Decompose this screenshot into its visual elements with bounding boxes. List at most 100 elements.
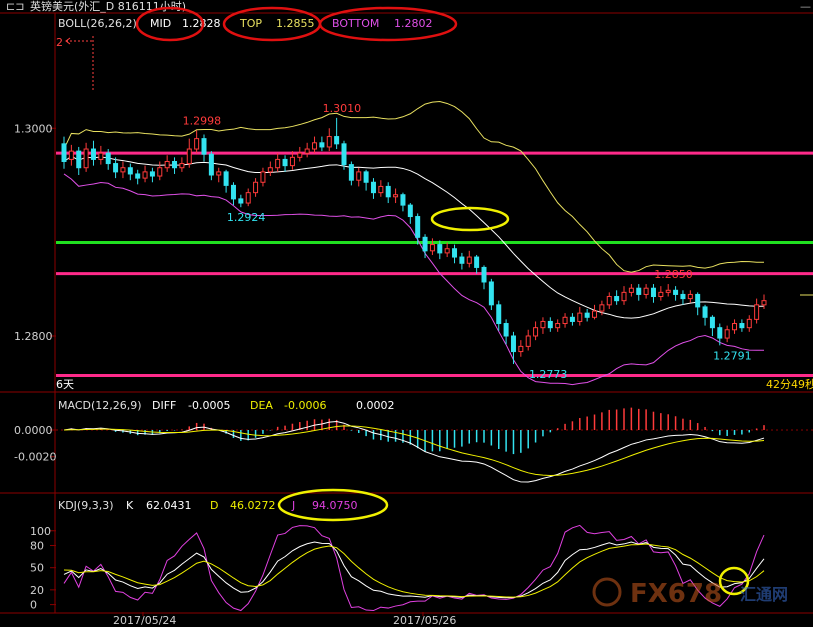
candle-body xyxy=(452,248,458,258)
candle-body xyxy=(83,148,89,169)
candle-body xyxy=(510,335,516,353)
candle-body xyxy=(488,281,494,306)
macd-histogram xyxy=(70,407,765,455)
chart-canvas: ⊏⊐ 英镑美元(外汇_D 816111小时) — 1.3000 1.2800 1.… xyxy=(0,0,813,627)
candle-body xyxy=(400,194,406,206)
candle-body xyxy=(643,287,649,295)
boll-mid-label: MID xyxy=(150,17,171,30)
candle-body xyxy=(304,148,310,154)
macd-header: MACD(12,26,9) xyxy=(58,399,142,412)
candle-body xyxy=(172,160,178,169)
candle-body xyxy=(105,152,111,165)
candle-body xyxy=(363,171,369,183)
candle-body xyxy=(606,296,612,306)
candle-body xyxy=(312,142,318,150)
candle-body xyxy=(540,320,546,329)
candle-body xyxy=(127,167,133,175)
candle-body xyxy=(481,266,487,283)
candle-body xyxy=(157,167,163,177)
candle-body xyxy=(562,316,568,325)
kdj-tick-label: 20 xyxy=(30,584,44,597)
yellow-ellipse-green-line xyxy=(430,206,510,232)
candle-body xyxy=(680,293,686,300)
candle-body xyxy=(739,323,745,329)
kdj-k-label: K xyxy=(126,499,134,512)
candle-body xyxy=(555,323,561,329)
candle-body xyxy=(695,293,701,308)
candle-body xyxy=(547,320,553,329)
candle-body xyxy=(503,323,509,337)
candle-body xyxy=(149,171,155,177)
candle-body xyxy=(98,152,104,160)
candle-body xyxy=(356,171,362,181)
price-extreme-label: 1.2791 xyxy=(713,349,752,362)
kdj-j-label: J xyxy=(291,499,295,512)
candle-body xyxy=(754,304,760,320)
candle-body xyxy=(378,185,384,194)
price-extreme-label: 1.2850 xyxy=(654,268,693,281)
price-tick-label: 1.3000 xyxy=(14,122,53,135)
price-extreme-label: 1.3010 xyxy=(323,102,362,115)
candle-body xyxy=(76,150,82,169)
candle-body xyxy=(68,150,74,160)
candle-body xyxy=(142,171,148,179)
price-extreme-label: 1.2924 xyxy=(227,211,266,224)
candle-body xyxy=(584,312,590,318)
macd-diff-value: -0.0005 xyxy=(188,399,230,412)
candle-body xyxy=(267,167,273,173)
candle-body xyxy=(113,163,119,173)
candle-body xyxy=(275,158,281,169)
candle-body xyxy=(621,291,627,302)
candle-body xyxy=(245,192,251,204)
candle-body xyxy=(385,185,391,198)
days-label: 6天 xyxy=(56,378,74,391)
candle-body xyxy=(628,287,634,293)
candle-body xyxy=(650,287,656,298)
candle-body xyxy=(90,148,96,160)
candle-body xyxy=(319,142,325,148)
price-tick-label: 1.2800 xyxy=(14,330,53,343)
candle-body xyxy=(525,335,531,347)
candle-body xyxy=(577,312,583,322)
candle-body xyxy=(194,138,200,150)
candle-body xyxy=(496,304,502,325)
candle-body xyxy=(223,171,229,186)
kdj-tick-label: 0 xyxy=(30,599,37,612)
candle-body xyxy=(687,293,693,300)
candle-body xyxy=(746,318,752,329)
macd-tick-label: 0.0000 xyxy=(14,424,53,437)
candle-body xyxy=(429,244,435,252)
kdj-tick-label: 100 xyxy=(30,525,51,538)
candle-body xyxy=(724,329,730,339)
watermark-subtext: 汇通网 xyxy=(740,585,788,604)
candle-body xyxy=(61,143,67,162)
kdj-y-axis: 100 80 50 20 0 xyxy=(30,525,56,612)
menu-dash-icon[interactable]: — xyxy=(800,0,811,13)
panel-frames xyxy=(0,12,813,614)
candle-body xyxy=(120,167,126,173)
x-tick-label: 2017/05/26 xyxy=(393,614,456,627)
kdj-tick-label: 80 xyxy=(30,540,44,553)
candle-body xyxy=(260,171,266,183)
candle-body xyxy=(614,296,620,302)
kdj-d-value: 46.0272 xyxy=(230,499,276,512)
candle-body xyxy=(201,138,207,155)
window-title: 英镑美元(外汇_D 816111小时) xyxy=(30,0,186,13)
candle-body xyxy=(282,158,288,167)
kdj-j-value: 94.0750 xyxy=(312,499,358,512)
countdown-label: 42分49秒 xyxy=(766,377,813,391)
bar-count-marker: 2 xyxy=(56,36,94,92)
candle-body xyxy=(732,323,738,331)
candle-body xyxy=(238,198,244,204)
candle-body xyxy=(208,153,214,176)
watermark-logo-icon xyxy=(592,577,622,607)
candle-body xyxy=(717,327,723,339)
x-axis: 2017/05/24 2017/05/26 xyxy=(113,612,456,627)
candle-body xyxy=(297,152,303,158)
candle-body xyxy=(761,300,767,306)
marker-2: 2 xyxy=(56,36,63,49)
boll-bottom-value: 1.2802 xyxy=(394,17,433,30)
kdj-header: KDJ(9,3,3) xyxy=(58,499,114,512)
candle-body xyxy=(415,216,421,238)
kdj-tick-label: 50 xyxy=(30,562,44,575)
